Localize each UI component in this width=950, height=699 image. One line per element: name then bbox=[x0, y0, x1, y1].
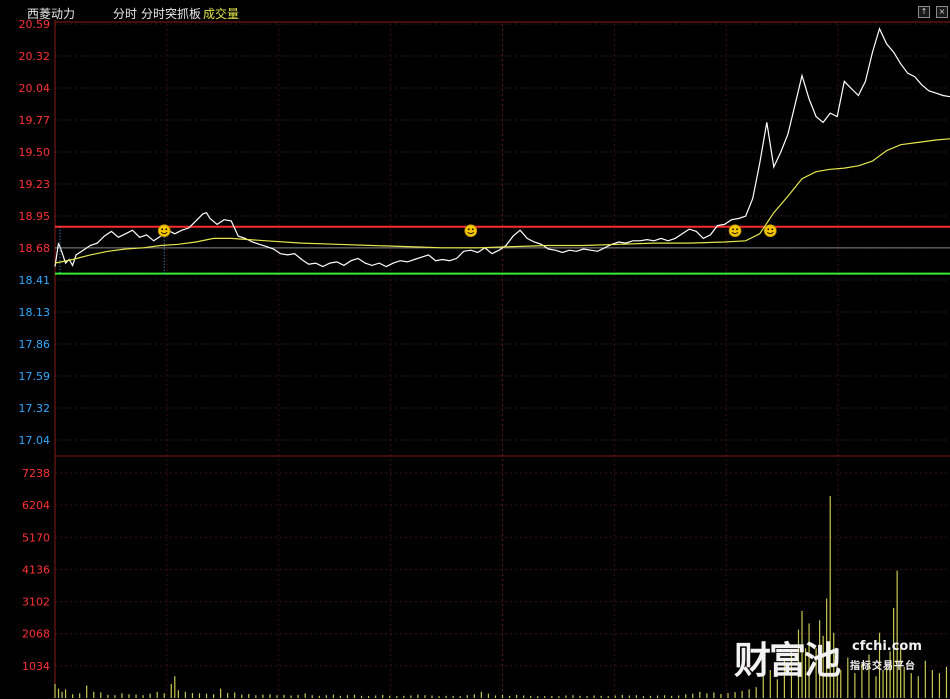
price-tick-label: 18.41 bbox=[19, 274, 51, 287]
chart-grid bbox=[54, 20, 950, 698]
volume-label[interactable]: 成交量 bbox=[203, 5, 239, 22]
price-tick-label: 18.95 bbox=[19, 210, 51, 223]
smiley-eye bbox=[736, 228, 738, 231]
price-tick-label: 17.04 bbox=[19, 434, 51, 447]
smiley-icon bbox=[157, 224, 171, 238]
smiley-icon bbox=[728, 224, 742, 238]
smiley-eye bbox=[165, 228, 168, 231]
stock-name: 西菱动力 bbox=[27, 7, 76, 21]
volume-tick-label: 3102 bbox=[22, 596, 50, 609]
smiley-face bbox=[157, 224, 171, 238]
smiley-eye bbox=[767, 228, 770, 231]
price-tick-label: 18.13 bbox=[19, 306, 51, 319]
smiley-eye bbox=[467, 228, 470, 231]
smiley-face bbox=[763, 224, 777, 238]
price-tick-label: 18.68 bbox=[19, 242, 51, 255]
volume-tick-label: 7238 bbox=[22, 467, 50, 480]
watermark-logo: 财富池 bbox=[734, 638, 841, 682]
smiley-eye bbox=[471, 228, 474, 231]
volume-tick-label: 6204 bbox=[22, 499, 50, 512]
mode-label[interactable]: 分时 bbox=[113, 5, 137, 22]
smiley-icon bbox=[464, 224, 478, 238]
smiley-icon bbox=[763, 224, 777, 238]
watermark-tagline: 指标交易平台 bbox=[850, 661, 916, 672]
volume-tick-label: 5170 bbox=[22, 531, 50, 544]
smiley-face bbox=[728, 224, 742, 238]
close-icon[interactable]: × bbox=[936, 6, 948, 18]
smiley-face bbox=[464, 224, 478, 238]
price-tick-label: 19.23 bbox=[19, 178, 51, 191]
price-tick-label: 20.32 bbox=[19, 50, 51, 63]
indicator-label[interactable]: 分时突抓板 bbox=[141, 5, 201, 22]
watermark-site: cfchi.com bbox=[852, 639, 922, 654]
volume-axis: 7238 6204 5170 4136 3102 2068 1034 bbox=[22, 467, 50, 673]
smiley-eye bbox=[732, 228, 734, 231]
volume-tick-label: 1034 bbox=[22, 660, 50, 673]
volume-tick-label: 2068 bbox=[22, 628, 50, 641]
price-axis: 20.5920.3220.0419.7719.5019.2318.9518.68… bbox=[19, 18, 51, 447]
price-tick-label: 17.86 bbox=[19, 338, 51, 351]
smiley-eye bbox=[161, 228, 164, 231]
up-arrow-icon[interactable]: ↑ bbox=[918, 6, 930, 18]
price-tick-label: 19.50 bbox=[19, 146, 51, 159]
signal-markers bbox=[59, 224, 777, 274]
time-sharing-chart: 20.5920.3220.0419.7719.5019.2318.9518.68… bbox=[19, 18, 950, 698]
price-tick-label: 20.04 bbox=[19, 82, 51, 95]
volume-tick-label: 4136 bbox=[22, 563, 50, 576]
smiley-eye bbox=[771, 228, 774, 231]
price-tick-label: 19.77 bbox=[19, 114, 51, 127]
price-tick-label: 17.59 bbox=[19, 370, 51, 383]
price-tick-label: 17.32 bbox=[19, 402, 51, 415]
